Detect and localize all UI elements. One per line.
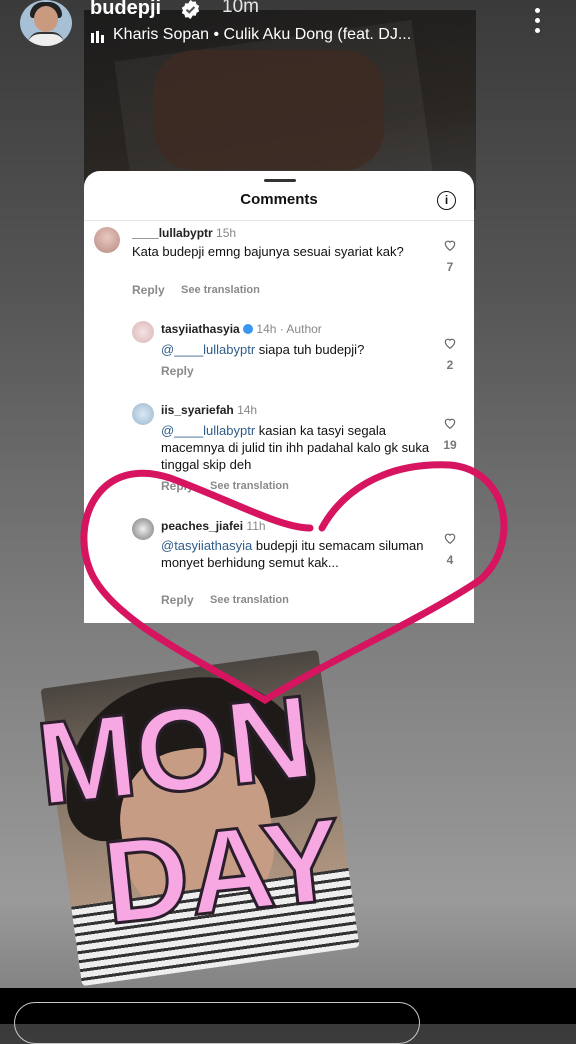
comment-username: peaches_jiafei 11h <box>161 519 266 533</box>
like-count: 2 <box>446 358 454 372</box>
sticker-line-2: DAY <box>97 793 340 930</box>
story-username[interactable]: budepji <box>90 0 161 20</box>
reply-button: Reply <box>132 283 165 297</box>
like-count: 4 <box>446 553 454 567</box>
heart-outline-icon <box>444 338 456 349</box>
music-track-label[interactable]: Kharis Sopan • Culik Aku Dong (feat. DJ.… <box>113 26 411 44</box>
heart-outline-icon <box>444 533 456 544</box>
comment-text: @tasyiiathasyia budepji itu semacam silu… <box>161 538 424 570</box>
like-count: 7 <box>446 260 454 274</box>
comment-text: Kata budepji emng bajunya sesuai syariat… <box>132 244 404 259</box>
info-icon: i <box>437 191 456 210</box>
verified-badge-icon <box>181 0 200 20</box>
comment-username: ____lullabyptr 15h <box>132 226 237 240</box>
see-translation-link: See translation <box>210 594 289 606</box>
comment-avatar <box>132 321 154 343</box>
comment-avatar <box>132 403 154 425</box>
monday-sticker: MON DAY <box>30 670 340 930</box>
sheet-grabber <box>264 179 296 182</box>
reply-input[interactable] <box>14 1002 420 1044</box>
comment-username: tasyiiathasyia 14h · Author <box>161 322 322 336</box>
see-translation-link: See translation <box>181 284 260 296</box>
comment-text: @____lullabyptr kasian ka tasyi segala m… <box>161 423 430 472</box>
more-options-icon[interactable] <box>528 6 548 36</box>
story-timestamp: 10m <box>222 0 259 17</box>
story-header: budepji 10m Kharis Sopan • Culik Aku Don… <box>0 0 576 60</box>
reply-button: Reply <box>161 364 194 378</box>
heart-outline-icon <box>444 418 456 429</box>
comments-screenshot-card: Comments i ____lullabyptr 15h Kata budep… <box>84 171 474 623</box>
comment-text: @____lullabyptr siapa tuh budepji? <box>161 342 365 357</box>
like-count: 19 <box>443 438 457 452</box>
divider <box>84 220 474 221</box>
reply-button: Reply <box>161 593 194 607</box>
heart-outline-icon <box>444 240 456 251</box>
comment-avatar <box>132 518 154 540</box>
verified-badge-icon <box>243 324 254 334</box>
music-bars-icon <box>91 31 105 43</box>
comments-title: Comments <box>240 191 318 208</box>
comment-avatar <box>94 227 120 253</box>
comment-username: iis_syariefah 14h <box>161 403 258 417</box>
avatar[interactable] <box>20 0 72 46</box>
see-translation-link: See translation <box>210 480 289 492</box>
reply-button: Reply <box>161 479 194 493</box>
